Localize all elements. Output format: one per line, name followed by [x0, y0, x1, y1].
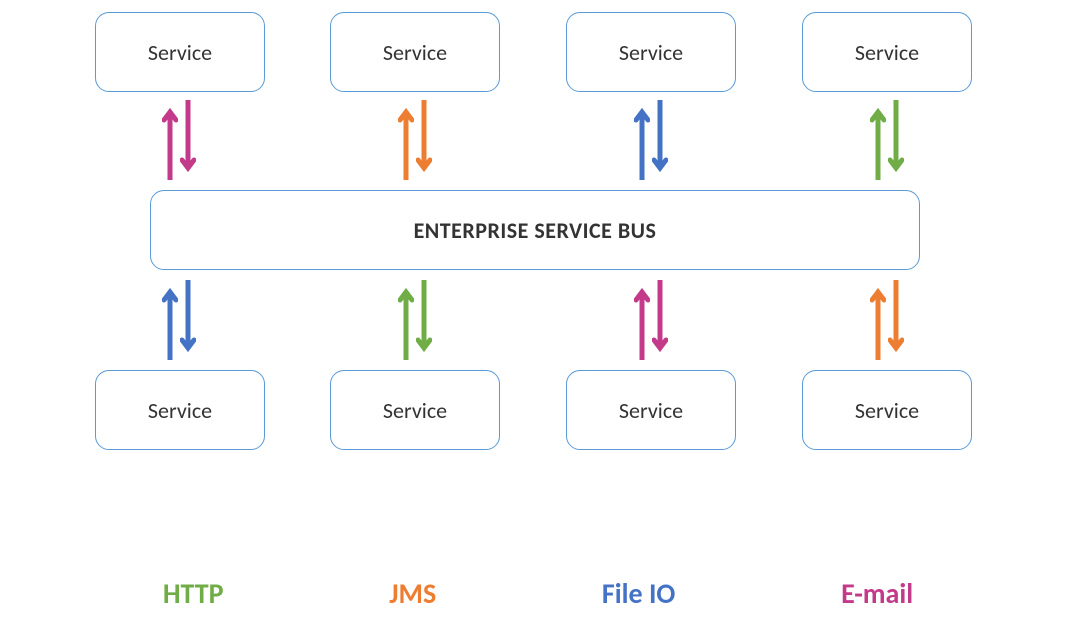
arrow-up-icon — [870, 100, 886, 180]
bus-label: ENTERPRISE SERVICE BUS — [414, 217, 657, 244]
service-box-bottom-4: Service — [802, 370, 972, 450]
legend-row: HTTP JMS File IO E-mail — [0, 576, 1076, 611]
arrow-up-icon — [634, 100, 650, 180]
arrow-pair-bottom-3 — [634, 280, 668, 360]
service-label: Service — [855, 39, 919, 66]
service-box-top-2: Service — [330, 12, 500, 92]
arrow-up-icon — [162, 100, 178, 180]
arrow-up-icon — [870, 280, 886, 360]
arrow-up-icon — [398, 280, 414, 360]
arrow-pair-bottom-2 — [398, 280, 432, 360]
arrow-up-icon — [398, 100, 414, 180]
service-box-top-4: Service — [802, 12, 972, 92]
service-box-bottom-1: Service — [95, 370, 265, 450]
service-box-bottom-2: Service — [330, 370, 500, 450]
arrow-down-icon — [888, 100, 904, 180]
service-label: Service — [619, 397, 683, 424]
service-label: Service — [619, 39, 683, 66]
service-box-bottom-3: Service — [566, 370, 736, 450]
arrow-down-icon — [180, 100, 196, 180]
service-box-top-3: Service — [566, 12, 736, 92]
service-label: Service — [148, 39, 212, 66]
arrow-down-icon — [652, 280, 668, 360]
arrow-down-icon — [416, 100, 432, 180]
arrow-pair-top-4 — [870, 100, 904, 180]
arrow-up-icon — [634, 280, 650, 360]
service-label: Service — [383, 39, 447, 66]
arrow-pair-top-2 — [398, 100, 432, 180]
arrow-down-icon — [652, 100, 668, 180]
legend-http: HTTP — [163, 576, 224, 611]
legend-jms: JMS — [389, 576, 436, 611]
legend-fileio: File IO — [602, 576, 675, 611]
service-label: Service — [855, 397, 919, 424]
arrow-down-icon — [180, 280, 196, 360]
arrow-pair-bottom-4 — [870, 280, 904, 360]
service-label: Service — [148, 397, 212, 424]
arrow-down-icon — [416, 280, 432, 360]
arrow-down-icon — [888, 280, 904, 360]
arrow-pair-bottom-1 — [162, 280, 196, 360]
arrow-pair-top-3 — [634, 100, 668, 180]
service-label: Service — [383, 397, 447, 424]
service-box-top-1: Service — [95, 12, 265, 92]
legend-email: E-mail — [841, 576, 913, 611]
arrow-up-icon — [162, 280, 178, 360]
enterprise-service-bus-box: ENTERPRISE SERVICE BUS — [150, 190, 920, 270]
esb-diagram: Service Service Service Service ENTERPRI… — [0, 0, 1076, 619]
arrow-pair-top-1 — [162, 100, 196, 180]
